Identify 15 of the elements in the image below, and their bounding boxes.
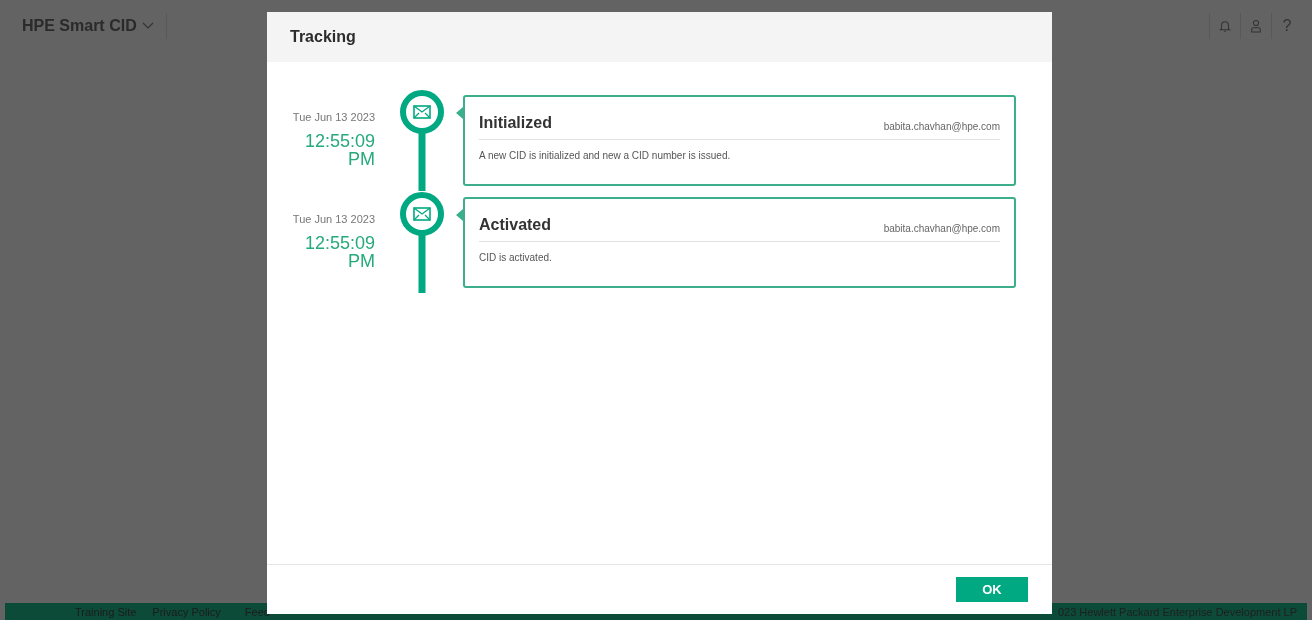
ok-button[interactable]: OK	[956, 577, 1028, 602]
event-user: babita.chavhan@hpe.com	[883, 121, 1000, 132]
dialog-title: Tracking	[290, 28, 356, 46]
help-button[interactable]: ?	[1272, 11, 1302, 41]
event-time: 12:55:09 PM	[303, 132, 375, 168]
event-date: Tue Jun 13 2023	[292, 111, 375, 123]
event-description: CID is activated.	[479, 252, 553, 263]
event-date: Tue Jun 13 2023	[292, 213, 375, 225]
event-description: A new CID is initialized and new a CID number is issued.	[479, 150, 732, 161]
event-title: Activated	[479, 216, 552, 234]
caret-icon	[141, 22, 154, 30]
event-time: 12:55:09 PM	[303, 234, 375, 270]
event-title: Initialized	[479, 114, 552, 132]
app-title[interactable]: HPE Smart CID	[22, 17, 154, 35]
event-user: babita.chavhan@hpe.com	[883, 223, 1000, 234]
